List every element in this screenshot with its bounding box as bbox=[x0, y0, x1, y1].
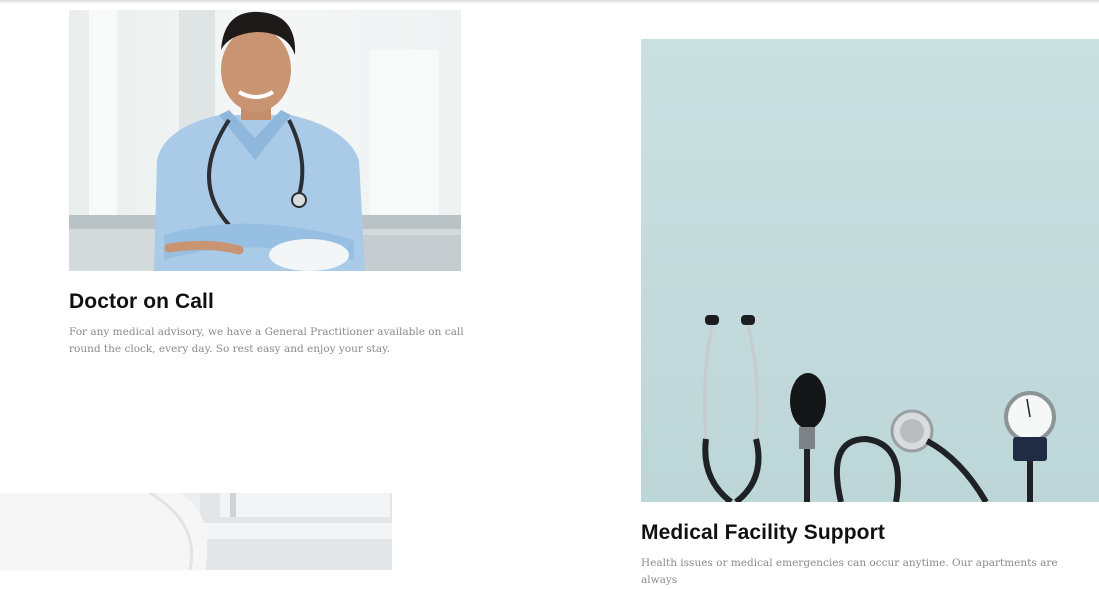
header-shadow bbox=[0, 0, 1099, 4]
card-description-doctor-on-call: For any medical advisory, we have a Gene… bbox=[69, 326, 464, 355]
medical-consultation-photo bbox=[0, 493, 392, 570]
card-title-medical-facility-support: Medical Facility Support bbox=[641, 521, 885, 544]
doctor-photo bbox=[69, 10, 461, 271]
card-description-medical-facility-support: Health issues or medical emergencies can… bbox=[641, 557, 1058, 586]
stethoscope-blood-pressure-photo bbox=[641, 39, 1099, 502]
card-title-doctor-on-call: Doctor on Call bbox=[69, 290, 214, 313]
